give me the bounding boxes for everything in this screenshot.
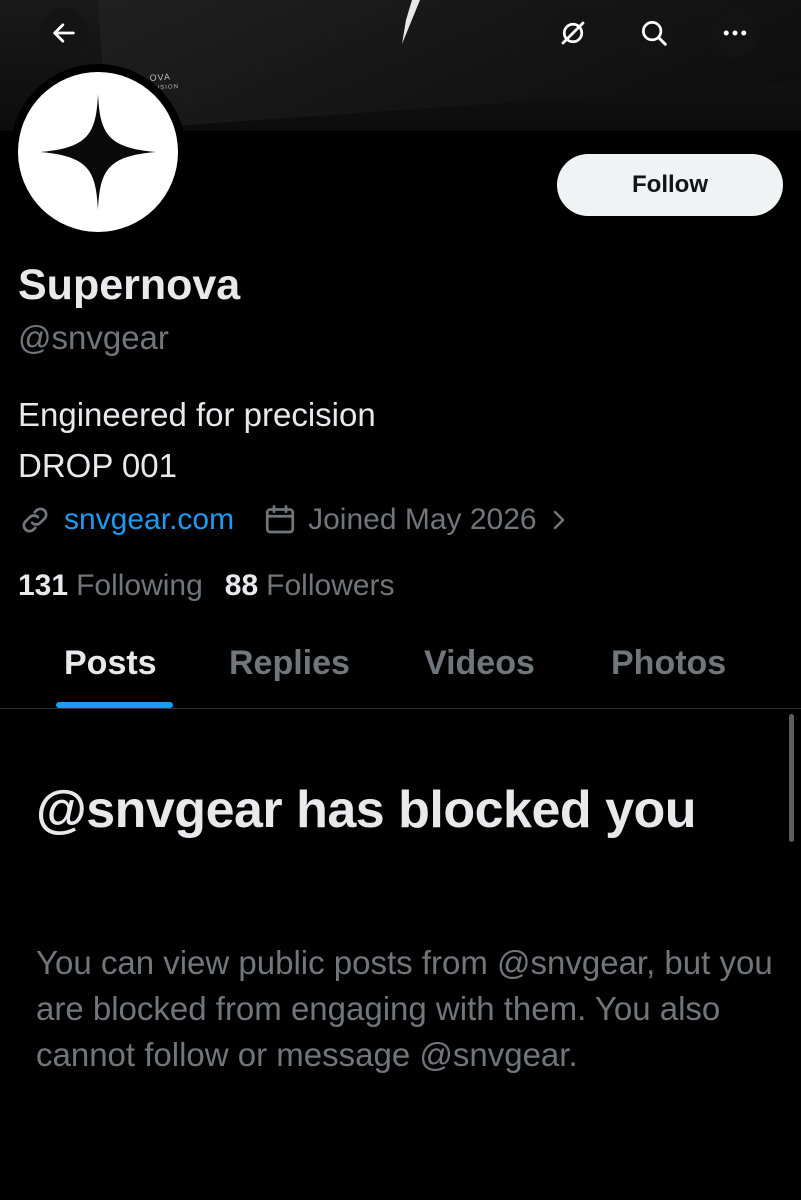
followers-count: 88 bbox=[224, 569, 259, 602]
blocked-description: You can view public posts from @snvgear,… bbox=[36, 944, 773, 1073]
no-translate-icon bbox=[561, 21, 585, 45]
tab-posts[interactable]: Posts bbox=[64, 644, 157, 683]
profile-name: Supernova bbox=[18, 261, 241, 309]
bio-line: Engineered for precision bbox=[18, 396, 376, 433]
tab-videos[interactable]: Videos bbox=[424, 644, 535, 683]
bio-line: DROP 001 bbox=[18, 447, 177, 484]
no-translate-button[interactable] bbox=[548, 8, 598, 58]
profile-meta: snvgear.com Joined May 2026 bbox=[18, 500, 571, 540]
follow-button[interactable]: Follow bbox=[557, 154, 783, 216]
website-link[interactable]: snvgear.com bbox=[64, 503, 234, 537]
search-icon bbox=[642, 21, 667, 46]
following-stat[interactable]: 131 Following bbox=[18, 566, 203, 606]
profile-handle: @snvgear bbox=[18, 319, 169, 356]
profile-tabs: Posts Replies Videos Photos bbox=[0, 630, 801, 709]
followers-stat[interactable]: 88 Followers bbox=[225, 566, 395, 606]
link-icon bbox=[22, 507, 48, 533]
banner-product-box bbox=[95, 0, 801, 131]
followers-label: Followers bbox=[266, 569, 395, 602]
calendar-icon bbox=[265, 505, 295, 534]
arrow-left-icon bbox=[53, 23, 75, 43]
avatar[interactable] bbox=[18, 72, 178, 232]
following-label: Following bbox=[76, 569, 203, 602]
following-count: 131 bbox=[18, 569, 69, 602]
tab-photos[interactable]: Photos bbox=[611, 644, 726, 683]
scrollbar[interactable] bbox=[789, 714, 794, 842]
active-tab-indicator bbox=[56, 702, 173, 708]
more-options-button[interactable] bbox=[710, 8, 760, 58]
chevron-right-icon[interactable] bbox=[547, 506, 571, 534]
blocked-title: @snvgear has blocked you bbox=[36, 781, 697, 839]
four-point-star-icon bbox=[40, 94, 156, 210]
tab-replies[interactable]: Replies bbox=[229, 644, 350, 683]
joined-date: Joined May 2026 bbox=[308, 503, 537, 536]
more-icon bbox=[723, 30, 747, 36]
banner-spark-graphic bbox=[402, 0, 420, 44]
search-button[interactable] bbox=[629, 8, 679, 58]
back-button[interactable] bbox=[39, 8, 89, 58]
profile-bio: Engineered for precision DROP 001 bbox=[18, 389, 376, 491]
follow-counts: 131 Following 88 Followers bbox=[18, 566, 395, 606]
